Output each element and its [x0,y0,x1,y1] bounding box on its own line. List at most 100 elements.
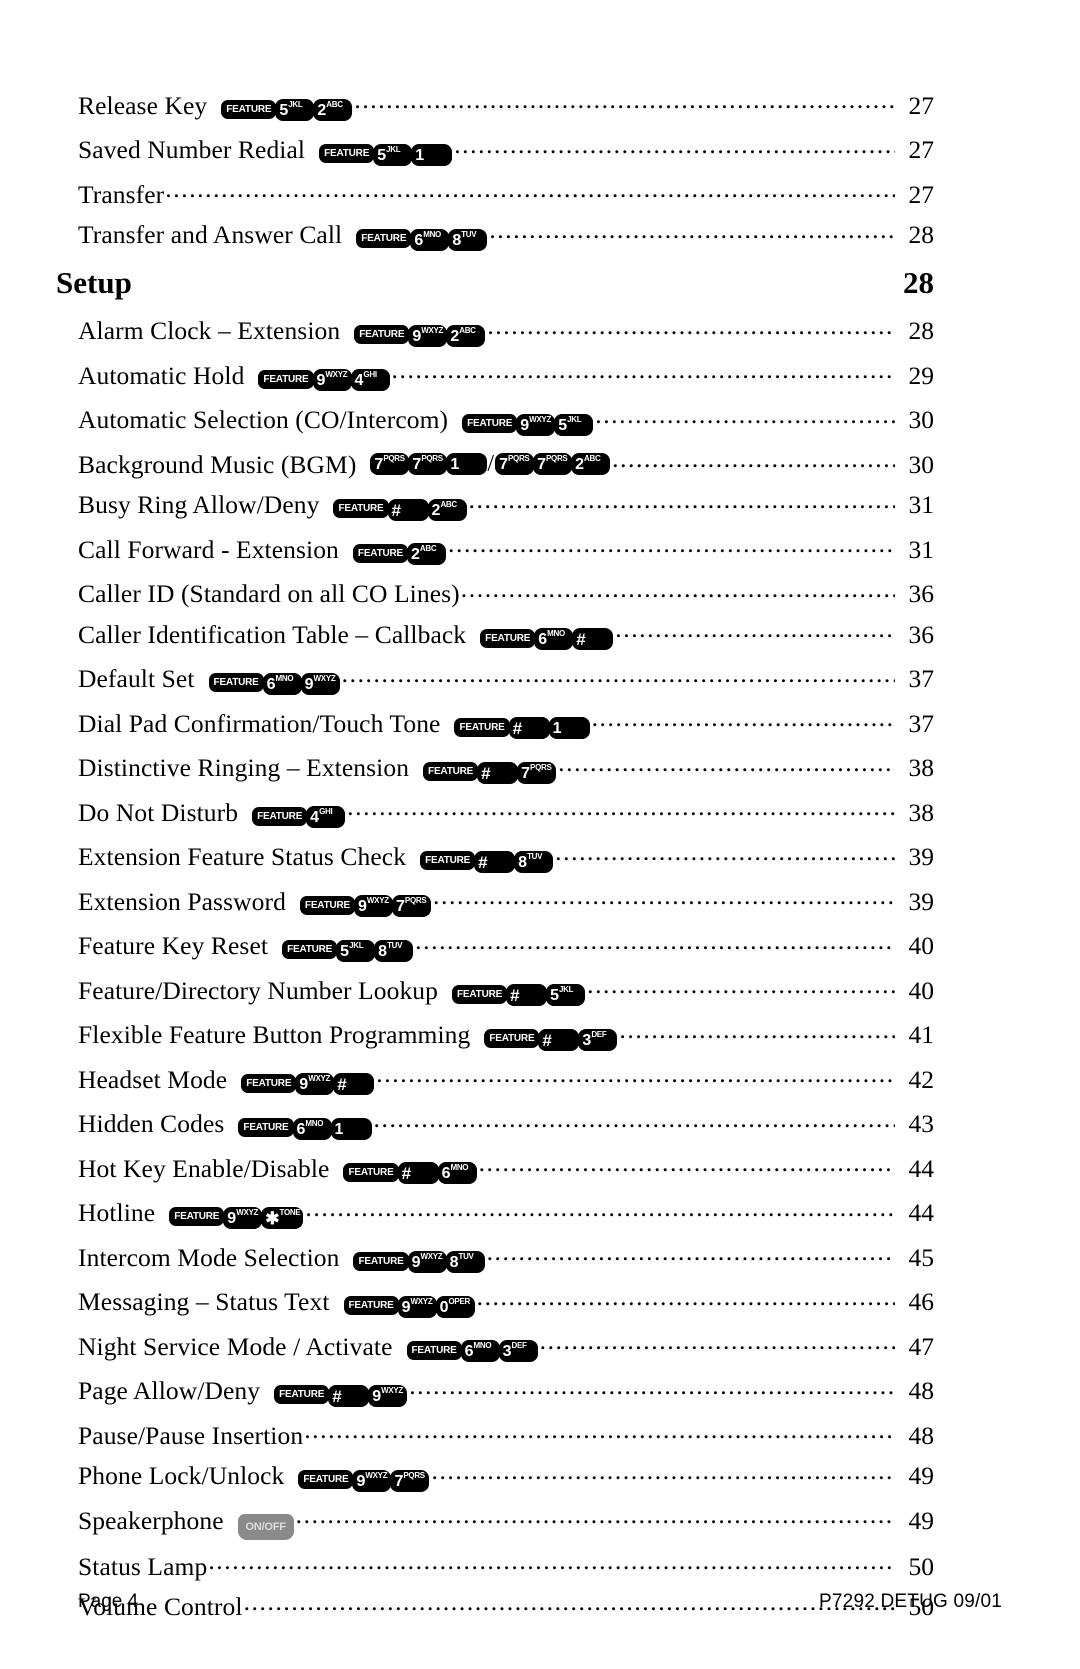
key-sequence: FEATURE 9WXYZ 0OPER [343,1295,475,1318]
toc-entry-page-number: 48 [908,1420,935,1450]
key-letters: WXYZ [420,1252,443,1261]
key-digit: # [332,1386,342,1406]
dialpad-key-6-icon: 6MNO [262,672,302,695]
toc-entry-label: Default Set [78,664,195,693]
toc-entry-hotline[interactable]: HotlineFEATURE9WXYZ✱TONE44 [78,1196,934,1230]
toc-entry-extension-password[interactable]: Extension PasswordFEATURE9WXYZ7PQRS39 [78,884,934,918]
key-digit: 1 [450,455,460,473]
key-digit: 9 [412,327,422,345]
key-sequence: FEATURE 9WXYZ 4GHI [258,369,390,391]
dialpad-key-1-icon: 1 [548,717,590,739]
dot-leader [587,973,895,999]
toc-entry-messaging-status-text[interactable]: Messaging – Status Text FEATURE 9WXYZ 0OPER… [78,1285,934,1319]
dialpad-key-9-icon: 9WXYZ [407,1251,447,1273]
dialpad-key-hash-icon: # [328,1384,370,1407]
toc-entry-distinctive-ringing-extension[interactable]: Distinctive Ringing – Extension FEATURE #7… [78,751,934,785]
toc-entry-caller-identification-table-callback[interactable]: Caller Identification Table – Callback FE… [78,617,934,651]
dialpad-key-hash-icon: # [397,1162,439,1184]
toc-entry-headset-mode[interactable]: Headset ModeFEATURE9WXYZ#42 [78,1062,934,1096]
dialpad-key-5-icon: 5JKL [275,99,315,121]
toc-entry-feature-key-reset[interactable]: Feature Key ResetFEATURE5JKL8TUV40 [78,929,934,963]
toc-entry-dial-pad-confirmation-touch-tone[interactable]: Dial Pad Confirmation/Touch Tone FEATURE #… [78,706,934,740]
key-letters: TUV [387,940,403,950]
toc-entry-release-key[interactable]: Release KeyFEATURE5JKL2ABC27 [78,88,934,122]
toc-entry-page-allow-deny[interactable]: Page Allow/Deny FEATURE#9WXYZ 48 [78,1374,934,1408]
toc-entry-label: Hidden Codes [78,1109,225,1138]
toc-entry-pause-pause-insertion[interactable]: Pause/Pause Insertion 48 [78,1418,934,1448]
feature-key-icon: FEATURE [420,851,476,870]
feature-key-icon: FEATURE [406,1340,462,1360]
dot-leader [615,617,895,643]
key-digit: 5 [340,942,350,960]
section-page-number: 28 [903,264,934,300]
key-letters: MNO [275,673,294,683]
toc-entry-do-not-disturb[interactable]: Do Not Disturb FEATURE4GHI 38 [78,795,934,829]
key-digit: 8 [518,853,528,871]
key-sequence: FEATURE 5JKL 1 [319,143,453,166]
toc-entry-page-number: 44 [908,1198,935,1227]
key-sequence: FEATURE 6MNO 3DEF [406,1340,538,1362]
dialpad-key-hash-icon: # [387,498,429,521]
key-letters: WXYZ [366,896,389,905]
toc-entry-busy-ring-allow-deny[interactable]: Busy Ring Allow/Deny FEATURE#2ABC 31 [78,488,934,522]
dot-leader [392,358,895,384]
dialpad-key-hash-icon: # [474,850,516,873]
toc-entry-default-set[interactable]: Default SetFEATURE6MNO9WXYZ37 [78,662,934,696]
toc-entry-background-music-bgm[interactable]: Background Music (BGM) 7PQRS 7PQRS 1/7PQRS 7… [78,447,934,477]
toc-entry-call-forward-extension[interactable]: Call Forward - Extension FEATURE2ABC 31 [78,532,934,566]
toc-entry-extension-feature-status-check[interactable]: Extension Feature Status Check FEATURE #8T… [78,840,934,874]
dialpad-key-7-icon: 7PQRS [495,452,535,475]
toc-entry-label: Phone Lock/Unlock [78,1461,285,1490]
toc-entry-page-number: 27 [908,135,935,164]
key-digit: 7 [396,898,405,916]
key-digit: 2 [317,102,327,120]
toc-entry-speakerphone[interactable]: Speakerphone ON/OFF 49 [78,1503,935,1540]
toc-entry-automatic-hold[interactable]: Automatic HoldFEATURE9WXYZ4GHI29 [78,358,934,392]
toc-entry-intercom-mode-selection[interactable]: Intercom Mode SelectionFEATURE9WXYZ8TUV4… [78,1240,934,1274]
dot-leader [448,532,895,558]
key-digit: 9 [520,416,530,434]
toc-entry-feature-directory-number-lookup[interactable]: Feature/Directory Number Lookup FEATURE #5… [78,973,934,1007]
toc-entry-transfer-and-answer-call[interactable]: Transfer and Answer CallFEATURE6MNO8TUV2… [78,218,934,252]
key-letters: TUV [461,229,477,239]
toc-entry-page-number: 49 [908,1461,935,1490]
dialpad-key-5-icon: 5JKL [546,984,586,1006]
key-digit: 9 [299,1076,309,1094]
toc-entry-label: Extension Password [78,886,286,916]
page-footer: Page 4 P7292 DETUG 09/01 [78,1591,1002,1613]
toc-entry-page-number: 49 [908,1505,935,1535]
toc-entry-label: Night Service Mode / Activate [78,1331,393,1361]
toc-entry-hidden-codes[interactable]: Hidden CodesFEATURE6MNO143 [78,1107,934,1141]
dot-leader [342,662,895,688]
toc-entry-flexible-feature-button-programming[interactable]: Flexible Feature Button Programming FEATU… [78,1018,934,1052]
key-sequence: FEATURE #1 [454,717,590,739]
toc-entry-label: Transfer [78,179,165,209]
dialpad-key-1-icon: 1 [330,1117,372,1140]
key-digit: 0 [439,1298,449,1316]
toc-entry-caller-id-standard-on-all-co-lines[interactable]: Caller ID (Standard on all CO Lines) 36 [78,577,934,607]
key-digit: 5 [279,102,289,120]
toc-entry-page-number: 42 [908,1064,935,1094]
key-digit: # [576,630,586,650]
key-letters: ABC [326,100,343,109]
toc-entry-transfer[interactable]: Transfer 27 [78,177,934,207]
feature-key-icon: FEATURE [354,325,410,344]
feature-key-icon: FEATURE [343,1162,399,1182]
key-sequence: FEATURE #7PQRS [423,761,557,784]
key-letters: TONE [279,1207,301,1217]
dialpad-key-9-icon: 9WXYZ [516,413,556,436]
footer-page-label: Page 4 [78,1591,139,1612]
toc-entry-saved-number-redial[interactable]: Saved Number RedialFEATURE5JKL127 [78,133,934,167]
key-digit: 2 [575,455,584,473]
key-digit: # [512,719,523,739]
toc-entry-night-service-mode-activate[interactable]: Night Service Mode / Activate FEATURE 6MNO… [78,1329,934,1363]
toc-entry-page-number: 39 [908,886,935,916]
toc-entry-automatic-selection-co-intercom[interactable]: Automatic Selection (CO/Intercom) FEATURE… [78,403,934,437]
toc-entry-hot-key-enable-disable[interactable]: Hot Key Enable/Disable FEATURE#6MNO 44 [78,1151,934,1185]
toc-entry-status-lamp[interactable]: Status Lamp 50 [78,1549,934,1579]
dot-leader [477,1285,895,1311]
toc-entry-alarm-clock-extension[interactable]: Alarm Clock – ExtensionFEATURE9WXYZ2ABC2… [78,314,934,348]
dialpad-key-8-icon: 8TUV [448,228,488,251]
feature-key-icon: FEATURE [169,1207,225,1226]
toc-entry-phone-lock-unlock[interactable]: Phone Lock/UnlockFEATURE9WXYZ7PQRS49 [78,1459,934,1493]
